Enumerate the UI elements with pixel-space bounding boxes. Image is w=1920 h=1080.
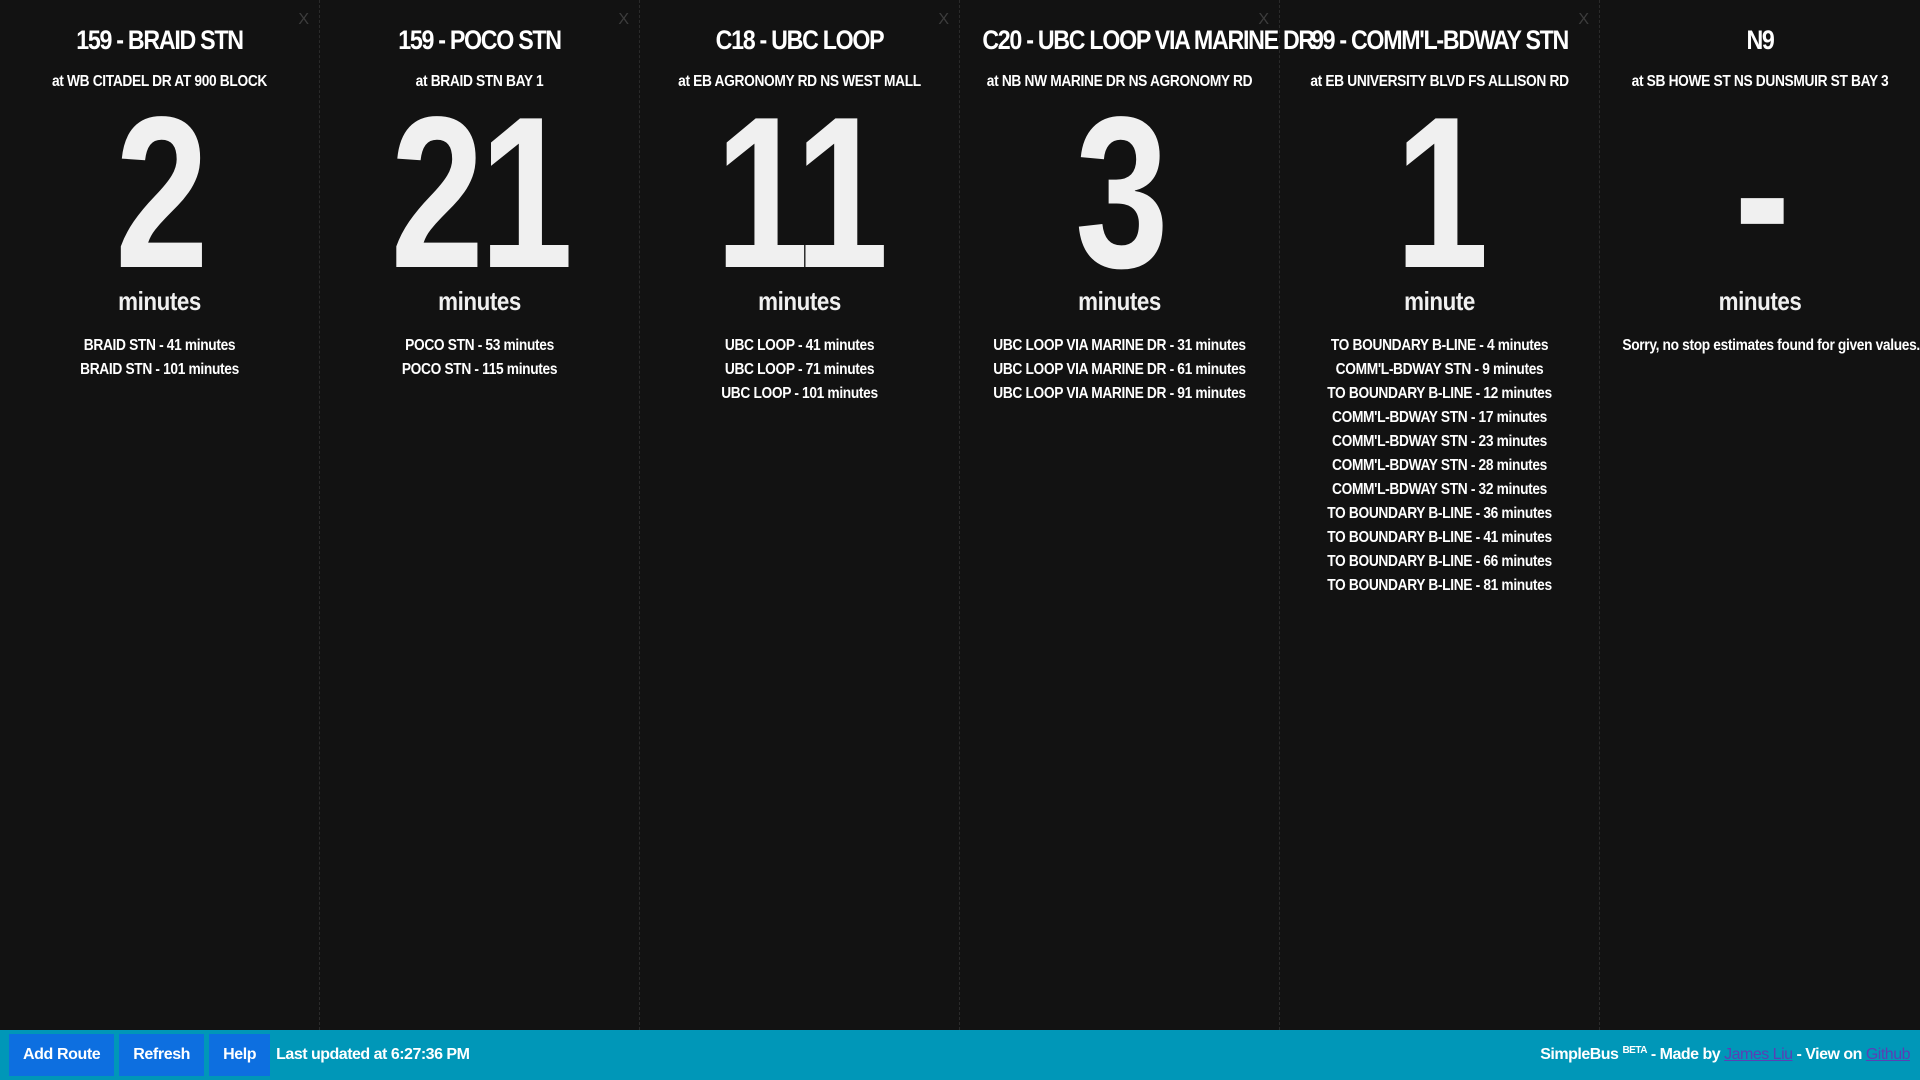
route-card: X C18 - UBC LOOP at EB AGRONOMY RD NS WE… <box>640 0 960 1030</box>
app-root: X 159 - BRAID STN at WB CITADEL DR AT 90… <box>0 0 1920 1080</box>
route-title: 159 - BRAID STN <box>76 25 244 55</box>
estimate-item: COMM'L-BDWAY STN - 23 minutes <box>1331 433 1547 450</box>
minutes-unit: minutes <box>1718 286 1802 316</box>
estimate-item: COMM'L-BDWAY STN - 17 minutes <box>1331 409 1547 426</box>
estimate-item: TO BOUNDARY B-LINE - 81 minutes <box>1327 577 1552 594</box>
route-title: 99 - COMM'L-BDWAY STN <box>1310 25 1569 55</box>
last-updated-text: Last updated at 6:27:36 PM <box>276 1046 470 1063</box>
route-title: 159 - POCO STN <box>398 25 562 55</box>
estimate-item: UBC LOOP - 71 minutes <box>724 361 875 378</box>
no-estimates-message: Sorry, no stop estimates found for given… <box>1622 337 1920 354</box>
route-title: C20 - UBC LOOP VIA MARINE DR <box>982 25 1315 55</box>
route-columns: X 159 - BRAID STN at WB CITADEL DR AT 90… <box>0 0 1920 1030</box>
estimate-list: UBC LOOP VIA MARINE DR - 31 minutes UBC … <box>960 334 1279 406</box>
estimate-item: UBC LOOP VIA MARINE DR - 91 minutes <box>993 385 1246 402</box>
route-card: X 159 - BRAID STN at WB CITADEL DR AT 90… <box>0 0 320 1030</box>
made-by-text: - Made by <box>1646 1046 1725 1063</box>
route-title: N9 <box>1746 25 1774 55</box>
estimate-item: COMM'L-BDWAY STN - 32 minutes <box>1331 481 1547 498</box>
estimate-item: TO BOUNDARY B-LINE - 12 minutes <box>1327 385 1552 402</box>
estimate-list: POCO STN - 53 minutes POCO STN - 115 min… <box>320 334 639 382</box>
route-card: N9 at SB HOWE ST NS DUNSMUIR ST BAY 3 - … <box>1600 0 1920 1030</box>
estimate-item: UBC LOOP VIA MARINE DR - 31 minutes <box>993 337 1246 354</box>
next-bus-minutes: 21 <box>390 71 573 313</box>
minutes-unit: minutes <box>118 286 201 316</box>
footer-bar: Add Route Refresh Help Last updated at 6… <box>0 1030 1920 1080</box>
estimate-item: COMM'L-BDWAY STN - 28 minutes <box>1331 457 1547 474</box>
next-bus-minutes: 1 <box>1394 71 1489 313</box>
estimate-item: TO BOUNDARY B-LINE - 36 minutes <box>1327 505 1552 522</box>
route-card: X C20 - UBC LOOP VIA MARINE DR at NB NW … <box>960 0 1315 1030</box>
estimate-list: BRAID STN - 41 minutes BRAID STN - 101 m… <box>0 334 319 382</box>
route-card: X 159 - POCO STN at BRAID STN BAY 1 21 m… <box>320 0 640 1030</box>
next-bus-minutes: 3 <box>1074 71 1169 313</box>
refresh-button[interactable]: Refresh <box>119 1034 205 1076</box>
close-route-button[interactable]: X <box>1578 12 1589 28</box>
github-link[interactable]: Github <box>1866 1046 1911 1064</box>
estimate-item: COMM'L-BDWAY STN - 9 minutes <box>1335 361 1544 378</box>
credits: SimpleBus BETA - Made by James Liu - Vie… <box>1540 1030 1910 1080</box>
close-route-button[interactable]: X <box>618 12 629 28</box>
minutes-unit: minute <box>1404 286 1475 316</box>
minutes-unit: minutes <box>438 286 521 316</box>
next-bus-minutes: - <box>1734 71 1790 313</box>
estimate-list: TO BOUNDARY B-LINE - 4 minutes COMM'L-BD… <box>1280 334 1599 598</box>
estimate-item: TO BOUNDARY B-LINE - 41 minutes <box>1327 529 1552 546</box>
author-link[interactable]: James Liu <box>1724 1046 1793 1064</box>
next-bus-minutes: 2 <box>114 71 209 313</box>
add-route-button[interactable]: Add Route <box>9 1034 115 1076</box>
route-title: C18 - UBC LOOP <box>715 25 885 55</box>
estimate-item: POCO STN - 115 minutes <box>401 361 558 378</box>
close-route-button[interactable]: X <box>298 12 309 28</box>
next-bus-minutes: 11 <box>715 71 888 313</box>
route-card: X 99 - COMM'L-BDWAY STN at EB UNIVERSITY… <box>1280 0 1600 1030</box>
estimate-item: BRAID STN - 101 minutes <box>80 361 239 378</box>
app-name: SimpleBus <box>1540 1046 1619 1063</box>
close-route-button[interactable]: X <box>938 12 949 28</box>
estimate-list: UBC LOOP - 41 minutes UBC LOOP - 71 minu… <box>640 334 959 406</box>
view-on-text: - View on <box>1792 1046 1866 1063</box>
minutes-unit: minutes <box>758 286 841 316</box>
beta-badge: BETA <box>1622 1044 1647 1056</box>
estimate-item: UBC LOOP VIA MARINE DR - 61 minutes <box>993 361 1246 378</box>
estimate-item: TO BOUNDARY B-LINE - 4 minutes <box>1330 337 1549 354</box>
estimate-item: POCO STN - 53 minutes <box>405 337 554 354</box>
minutes-unit: minutes <box>1078 286 1161 316</box>
estimate-item: UBC LOOP - 41 minutes <box>724 337 875 354</box>
estimate-item: UBC LOOP - 101 minutes <box>721 385 878 402</box>
estimate-item: TO BOUNDARY B-LINE - 66 minutes <box>1327 553 1552 570</box>
help-button[interactable]: Help <box>209 1034 271 1076</box>
estimate-item: BRAID STN - 41 minutes <box>83 337 236 354</box>
